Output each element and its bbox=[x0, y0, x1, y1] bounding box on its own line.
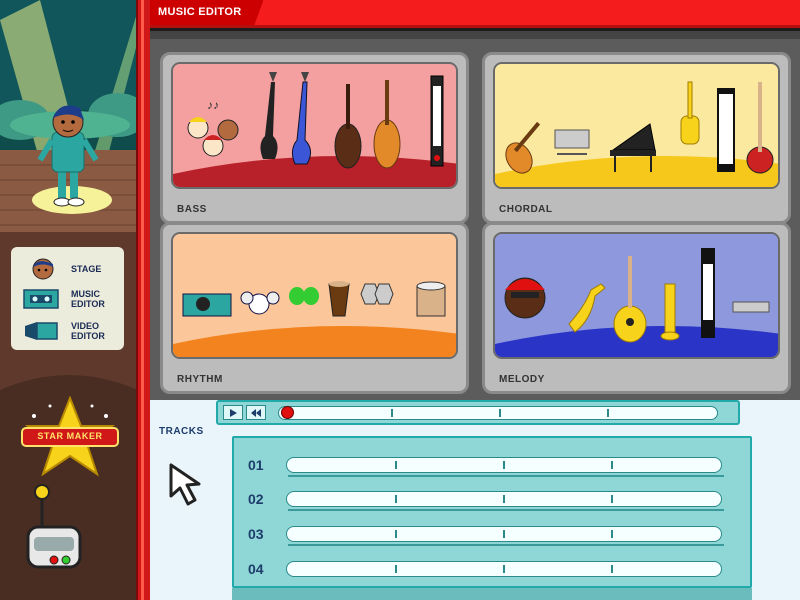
stage-scene-illustration bbox=[0, 0, 138, 232]
sidebar-divider bbox=[136, 0, 150, 600]
svg-text:♪♪: ♪♪ bbox=[207, 98, 219, 112]
track-lane[interactable] bbox=[286, 526, 722, 542]
category-label-bass: BASS bbox=[171, 201, 223, 218]
track-tick bbox=[503, 495, 505, 503]
track-underline bbox=[288, 544, 724, 546]
track-number: 02 bbox=[248, 491, 264, 507]
track-number: 04 bbox=[248, 561, 264, 577]
logo-text: STAR MAKER bbox=[37, 431, 103, 441]
sidebar: STAGE MUSIC EDITOR VIDEO EDITOR STAR MAK… bbox=[0, 0, 138, 600]
category-card-chordal[interactable]: CHORDAL bbox=[482, 52, 791, 224]
chordal-instruments-art bbox=[493, 62, 780, 189]
video-camera-icon bbox=[25, 322, 58, 340]
track-tick bbox=[395, 495, 397, 503]
track-lane[interactable] bbox=[286, 457, 722, 473]
rewind-button[interactable] bbox=[246, 405, 266, 420]
track-tick bbox=[395, 565, 397, 573]
melody-instruments-art bbox=[493, 232, 780, 359]
category-card-rhythm[interactable]: RHYTHM bbox=[160, 222, 469, 394]
track-panel-base bbox=[232, 588, 752, 600]
star-maker-logo: STAR MAKER bbox=[20, 395, 120, 482]
track-tick bbox=[503, 530, 505, 538]
timeline-tick bbox=[607, 409, 609, 417]
tracks-tab-label: TRACKS bbox=[159, 426, 204, 437]
instrument-category-grid: ♪♪ BASS CHORDAL RHYTHM MELODY bbox=[150, 31, 800, 400]
tracks-tab: TRACKS bbox=[150, 407, 216, 447]
transport-bar bbox=[216, 400, 740, 425]
track-row: 02 bbox=[234, 482, 754, 516]
track-tick bbox=[395, 461, 397, 469]
track-lane[interactable] bbox=[286, 561, 722, 577]
track-underline bbox=[288, 475, 724, 477]
nav-label-music-editor: MUSIC EDITOR bbox=[71, 289, 105, 309]
nav-label-video-editor: VIDEO EDITOR bbox=[71, 321, 105, 341]
track-tick bbox=[395, 530, 397, 538]
track-tick bbox=[503, 461, 505, 469]
track-tick bbox=[611, 461, 613, 469]
playhead-handle[interactable] bbox=[281, 406, 294, 419]
track-row: 03 bbox=[234, 517, 754, 551]
track-underline bbox=[288, 509, 724, 511]
rewind-icon bbox=[251, 408, 261, 417]
play-button[interactable] bbox=[223, 405, 243, 420]
cursor-arrow-icon bbox=[169, 463, 201, 506]
nav-item-music-editor[interactable]: MUSIC EDITOR bbox=[11, 285, 124, 313]
timeline-slider[interactable] bbox=[278, 406, 718, 420]
track-tick bbox=[503, 565, 505, 573]
track-lane[interactable] bbox=[286, 491, 722, 507]
track-row: 04 bbox=[234, 552, 754, 586]
robot-icon[interactable] bbox=[24, 482, 84, 578]
play-icon bbox=[230, 408, 237, 417]
track-tick bbox=[611, 495, 613, 503]
nav-label-stage: STAGE bbox=[71, 264, 102, 274]
category-label-rhythm: RHYTHM bbox=[171, 371, 239, 388]
page-title: MUSIC EDITOR bbox=[150, 0, 264, 25]
nav-panel: STAGE MUSIC EDITOR VIDEO EDITOR bbox=[11, 247, 124, 350]
nav-item-stage[interactable]: STAGE bbox=[11, 255, 124, 283]
track-tick bbox=[611, 565, 613, 573]
category-label-melody: MELODY bbox=[493, 371, 561, 388]
nav-item-video-editor[interactable]: VIDEO EDITOR bbox=[11, 317, 124, 345]
category-card-bass[interactable]: ♪♪ BASS bbox=[160, 52, 469, 224]
track-row: 01 bbox=[234, 448, 754, 482]
bass-instruments-art: ♪♪ bbox=[171, 62, 458, 189]
track-tick bbox=[611, 530, 613, 538]
category-card-melody[interactable]: MELODY bbox=[482, 222, 791, 394]
track-number: 03 bbox=[248, 526, 264, 542]
timeline-tick bbox=[391, 409, 393, 417]
header-bar: MUSIC EDITOR bbox=[150, 0, 800, 28]
tracks-area: TRACKS 01 02 03 04 bbox=[150, 400, 800, 600]
track-number: 01 bbox=[248, 457, 264, 473]
track-list: 01 02 03 04 bbox=[232, 436, 752, 588]
stage-character-icon bbox=[32, 258, 54, 280]
cassette-icon bbox=[23, 289, 59, 309]
timeline-tick bbox=[499, 409, 501, 417]
category-label-chordal: CHORDAL bbox=[493, 201, 569, 218]
rhythm-instruments-art bbox=[171, 232, 458, 359]
